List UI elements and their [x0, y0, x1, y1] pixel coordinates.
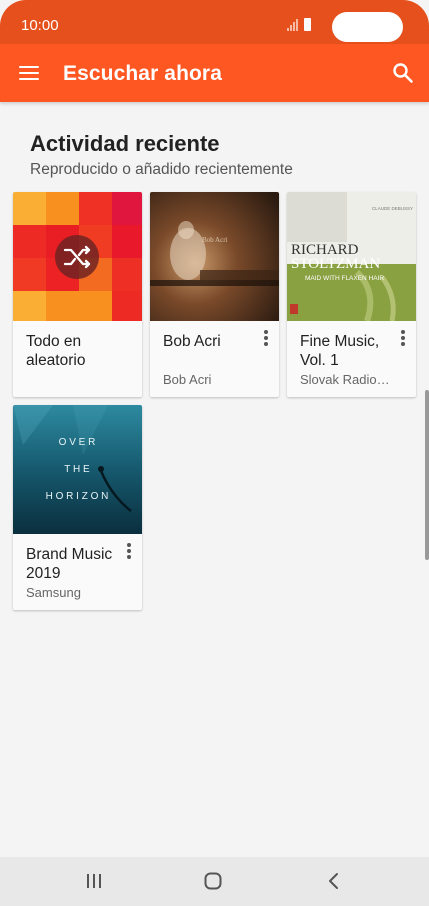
status-time: 10:00	[21, 17, 59, 34]
more-options-icon[interactable]	[262, 330, 270, 348]
album-art-brand-music: O V E R T H E H O R I Z O N	[13, 405, 142, 534]
signal-icon	[287, 19, 298, 31]
section-subtitle: Reproducido o añadido recientemente	[30, 161, 293, 178]
card-bob-acri[interactable]: Bob Acri Bob Acri Bob Acri	[150, 192, 279, 397]
art-subtitle: MAID WITH FLAXEN HAIR	[305, 275, 384, 282]
search-icon[interactable]	[391, 61, 415, 85]
back-icon[interactable]	[326, 872, 342, 890]
camera-cutout	[332, 12, 403, 42]
art-line-2: T H E	[64, 464, 90, 475]
card-title: Bob Acri	[163, 333, 221, 350]
app-title: Escuchar ahora	[63, 62, 222, 85]
card-shuffle-all[interactable]: Todo en aleatorio	[13, 192, 142, 397]
home-icon[interactable]	[204, 872, 222, 890]
shuffle-art	[13, 192, 142, 321]
art-line-1: O V E R	[59, 437, 96, 448]
card-title: Fine Music, Vol. 1	[300, 333, 380, 369]
card-brand-music[interactable]: O V E R T H E H O R I Z O N Brand Music …	[13, 405, 142, 610]
art-line-3: H O R I Z O N	[46, 491, 109, 502]
recent-apps-icon[interactable]	[86, 873, 102, 889]
menu-icon[interactable]	[19, 66, 39, 82]
album-art-text: Bob Acri	[202, 236, 228, 244]
art-header: CLAUDE DEBUSSY	[372, 206, 413, 211]
battery-icon	[304, 18, 311, 31]
card-title: Brand Music 2019	[26, 546, 113, 582]
card-subtitle: Samsung	[26, 585, 81, 600]
card-subtitle: Bob Acri	[163, 372, 212, 387]
scrollbar[interactable]	[425, 390, 429, 560]
card-fine-music[interactable]: CLAUDE DEBUSSY RICHARD STOLTZMAN MAID WI…	[287, 192, 416, 397]
album-art-fine-music: CLAUDE DEBUSSY RICHARD STOLTZMAN MAID WI…	[287, 192, 416, 321]
status-bar: 10:00	[0, 0, 429, 44]
album-art-bob-acri: Bob Acri	[150, 192, 279, 321]
more-options-icon[interactable]	[399, 330, 407, 348]
card-subtitle: Slovak Radio…	[300, 372, 390, 387]
art-title-2: STOLTZMAN	[291, 256, 380, 272]
app-bar: Escuchar ahora	[0, 44, 429, 102]
navigation-bar	[0, 857, 429, 906]
more-options-icon[interactable]	[125, 543, 133, 561]
card-title: Todo en aleatorio	[26, 333, 86, 369]
section-title: Actividad reciente	[30, 131, 220, 156]
